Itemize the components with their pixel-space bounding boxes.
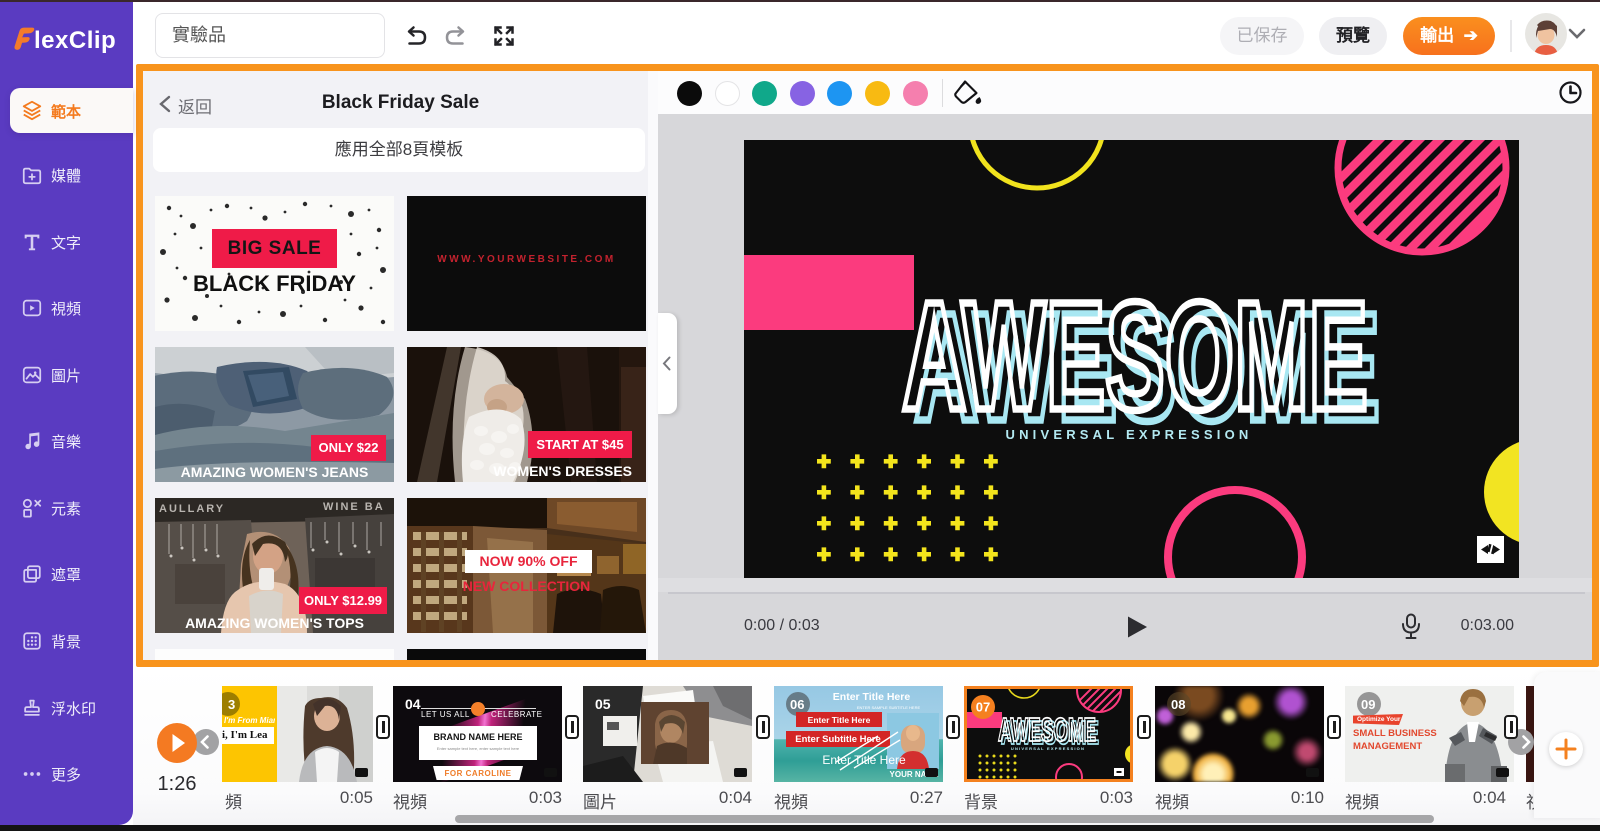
svg-text:AWESOME: AWESOME	[902, 270, 1368, 442]
svg-text:WINE BA: WINE BA	[323, 501, 385, 513]
svg-text:UNIVERSAL EXPRESSION: UNIVERSAL EXPRESSION	[1011, 746, 1085, 751]
svg-text:AWESOME: AWESOME	[998, 711, 1096, 748]
svg-text:07: 07	[976, 700, 990, 715]
svg-text:AULLARY: AULLARY	[159, 503, 225, 515]
svg-text:lexClip: lexClip	[34, 27, 116, 54]
svg-text:UNIVERSAL EXPRESSION: UNIVERSAL EXPRESSION	[1005, 427, 1252, 442]
